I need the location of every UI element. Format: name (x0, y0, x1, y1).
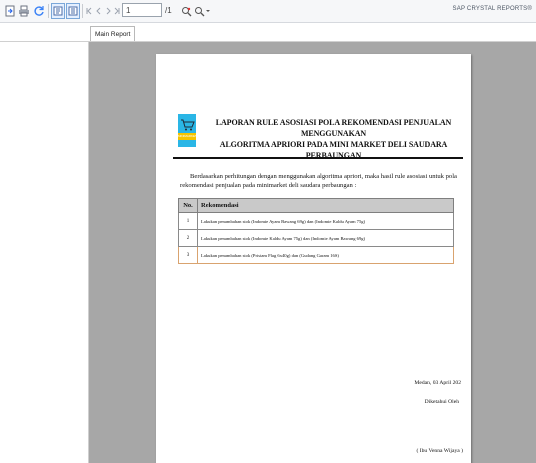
recommendation-table: No. Rekomendasi 1 Lakukan penambahan sto… (178, 198, 454, 264)
table-row: 1 Lakukan penambahan stok (Indomie Ayam … (178, 212, 454, 230)
row-recommendation: Lakukan penambahan stok (Pristam Flag 6x… (197, 246, 454, 264)
zoom-icon[interactable] (193, 3, 211, 19)
row-recommendation: Lakukan penambahan stok (Indomie Kaldu A… (197, 229, 454, 247)
shopping-cart-icon (181, 119, 195, 131)
table-row: 3 Lakukan penambahan stok (Pristam Flag … (178, 246, 454, 264)
toolbar: 1 /1 SAP CRYSTAL REPORTS® (0, 0, 536, 23)
group-tree-panel[interactable] (0, 42, 89, 463)
report-page: MINIMARKET LAPORAN RULE ASOSIASI POLA RE… (156, 54, 471, 463)
refresh-icon[interactable] (32, 3, 46, 19)
page-number-input[interactable]: 1 (122, 3, 162, 17)
brand-label: SAP CRYSTAL REPORTS® (452, 6, 532, 12)
place-date: Medan, 03 April 202 (414, 380, 461, 386)
export-icon[interactable] (3, 3, 17, 19)
last-page-icon[interactable] (113, 3, 121, 19)
row-recommendation: Lakukan penambahan stok (Indomie Ayam Ba… (197, 212, 454, 230)
report-canvas[interactable]: MINIMARKET LAPORAN RULE ASOSIASI POLA RE… (89, 42, 536, 463)
table-header-row: No. Rekomendasi (178, 198, 454, 213)
toggle-group-tree-icon[interactable] (51, 3, 65, 19)
title-divider (173, 157, 463, 159)
report-intro: Berdasarkan perhitungan dengan menggunak… (180, 173, 457, 189)
row-number: 1 (178, 212, 198, 230)
tab-main-report[interactable]: Main Report (90, 26, 136, 41)
previous-page-icon[interactable] (95, 3, 103, 19)
next-page-icon[interactable] (104, 3, 112, 19)
logo-text: MINIMARKET (178, 134, 197, 138)
page-count: /1 (165, 6, 172, 15)
signatory-name: ( Ibu Venna Wijaya ) (416, 448, 463, 454)
tab-bar: Main Report (0, 23, 536, 42)
report-title: LAPORAN RULE ASOSIASI POLA REKOMENDASI P… (201, 117, 466, 161)
print-icon[interactable] (17, 3, 31, 19)
search-icon[interactable] (180, 3, 192, 19)
acknowledged-by: Diketahui Oleh (424, 399, 459, 405)
first-page-icon[interactable] (85, 3, 93, 19)
row-number: 2 (178, 229, 198, 247)
row-number: 3 (178, 246, 198, 264)
table-row: 2 Lakukan penambahan stok (Indomie Kaldu… (178, 229, 454, 247)
report-title-line-1: LAPORAN RULE ASOSIASI POLA REKOMENDASI P… (215, 118, 452, 138)
column-header-recommendation: Rekomendasi (197, 198, 454, 213)
minimarket-logo: MINIMARKET (178, 114, 197, 147)
column-header-no: No. (178, 198, 198, 213)
toggle-parameter-panel-icon[interactable] (66, 3, 80, 19)
